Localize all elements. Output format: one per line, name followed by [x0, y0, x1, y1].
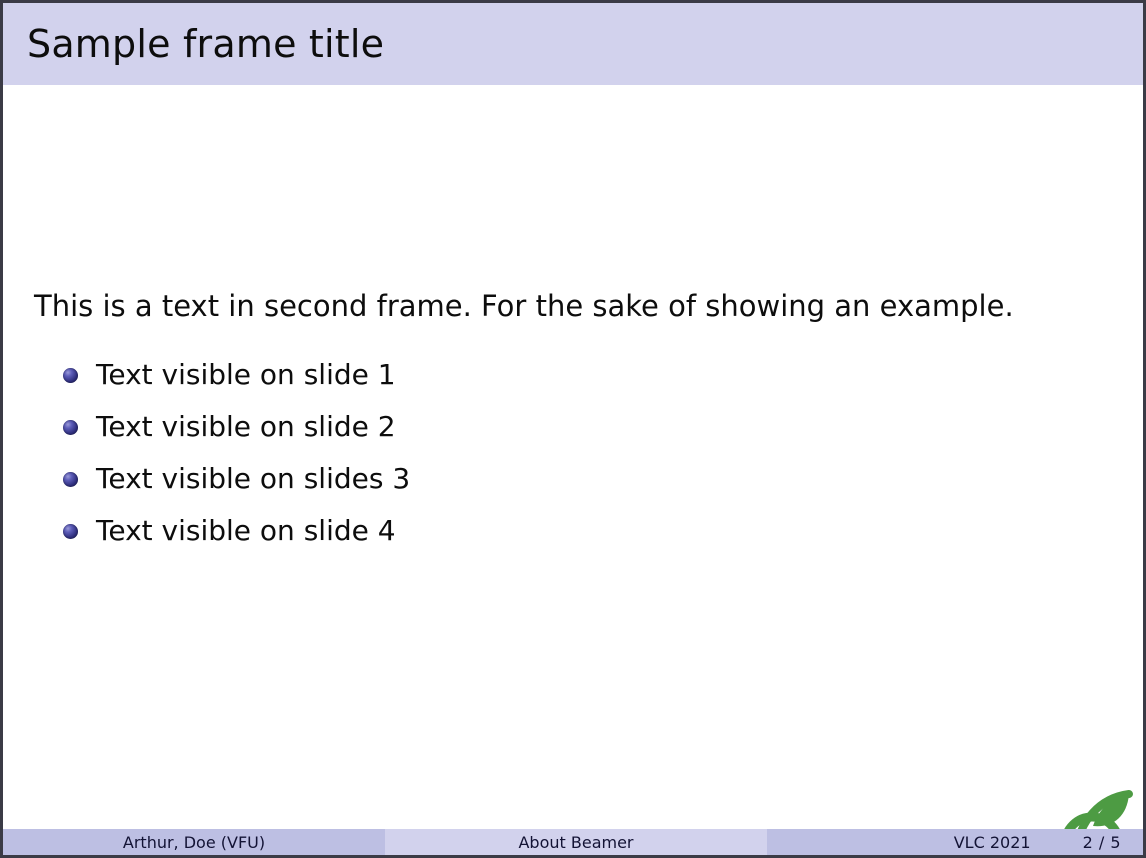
footer-page-number: 2 / 5	[1082, 832, 1121, 852]
ball-bullet-icon	[63, 367, 78, 383]
footer-author: Arthur, Doe (VFU)	[3, 829, 385, 855]
footer-date-and-page: VLC 2021 2 / 5	[767, 829, 1143, 855]
footer-short-title: About Beamer	[385, 829, 767, 855]
intro-paragraph: This is a text in second frame. For the …	[34, 289, 1014, 323]
list-item-label: Text visible on slide 4	[96, 514, 396, 547]
list-item-label: Text visible on slides 3	[96, 462, 411, 495]
ball-bullet-icon	[63, 523, 78, 539]
list-item: Text visible on slides 3	[63, 453, 410, 505]
footer-venue: VLC 2021	[953, 832, 1031, 852]
slide-body: This is a text in second frame. For the …	[3, 85, 1143, 855]
footer-bar: Arthur, Doe (VFU) About Beamer VLC 2021 …	[3, 829, 1143, 855]
list-item-label: Text visible on slide 2	[96, 410, 396, 443]
page-title: Sample frame title	[27, 22, 385, 66]
list-item: Text visible on slide 1	[63, 349, 410, 401]
list-item: Text visible on slide 4	[63, 505, 410, 557]
ball-bullet-icon	[63, 471, 78, 487]
bullet-list: Text visible on slide 1 Text visible on …	[63, 349, 410, 557]
list-item-label: Text visible on slide 1	[96, 358, 396, 391]
frame-title-bar: Sample frame title	[3, 3, 1143, 85]
list-item: Text visible on slide 2	[63, 401, 410, 453]
ball-bullet-icon	[63, 419, 78, 435]
beamer-slide: Sample frame title This is a text in sec…	[0, 0, 1146, 858]
